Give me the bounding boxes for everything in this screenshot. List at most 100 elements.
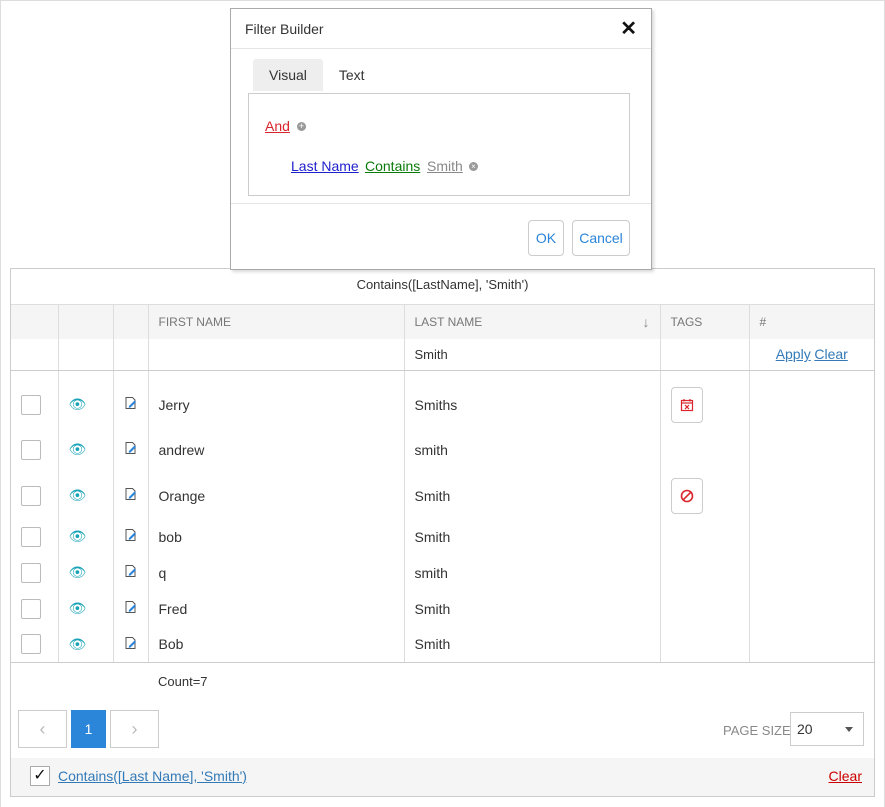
header-last-name[interactable]: LAST NAME ↓ <box>404 304 661 339</box>
row-checkbox[interactable] <box>21 526 41 547</box>
table-row[interactable]: 👁 Orange Smith <box>11 472 874 519</box>
filter-tags-input[interactable] <box>660 338 750 371</box>
edit-icon[interactable] <box>124 600 138 614</box>
cell-tags <box>660 626 750 663</box>
filter-actions: Apply Clear <box>749 338 874 371</box>
tag-button[interactable] <box>670 477 703 514</box>
cell-last-name: Smith <box>404 626 661 663</box>
table-row[interactable]: 👁 andrew smith <box>11 426 874 473</box>
plus-circle-icon[interactable]: + <box>297 122 306 131</box>
tag-button[interactable] <box>670 386 703 423</box>
edit-icon[interactable] <box>124 487 138 501</box>
eye-icon[interactable]: 👁 <box>69 636 87 652</box>
header-tags[interactable]: TAGS <box>660 304 750 339</box>
cell-tags <box>660 518 750 555</box>
table-row[interactable]: 👁 Fred Smith <box>11 590 874 627</box>
row-select <box>11 590 59 627</box>
tab-visual[interactable]: Visual <box>253 59 323 91</box>
row-view: 👁 <box>58 370 114 427</box>
filter-cell-empty <box>113 338 149 371</box>
row-edit <box>113 518 149 555</box>
row-checkbox[interactable] <box>21 485 41 506</box>
table-row[interactable]: 👁 Jerry Smiths <box>11 370 874 427</box>
clear-filter-link[interactable]: Clear <box>814 346 847 362</box>
table-row[interactable]: 👁 bob Smith <box>11 518 874 555</box>
cell-last-name: smith <box>404 554 661 591</box>
eye-icon[interactable]: 👁 <box>69 600 87 616</box>
cell-first-name: Bob <box>148 626 405 663</box>
group-operator-link[interactable]: And <box>265 118 290 134</box>
filter-cell-empty <box>58 338 114 371</box>
cell-first-name: Orange <box>148 472 405 519</box>
cell-first-name: q <box>148 554 405 591</box>
chevron-right-icon: › <box>131 718 138 739</box>
edit-icon[interactable] <box>124 396 138 410</box>
row-view: 👁 <box>58 554 114 591</box>
eye-icon[interactable]: 👁 <box>69 487 87 503</box>
close-icon[interactable]: ✕ <box>620 16 637 41</box>
page-size-label: PAGE SIZE <box>723 723 791 738</box>
tab-text[interactable]: Text <box>323 59 381 91</box>
row-view: 👁 <box>58 472 114 519</box>
cell-tags <box>660 590 750 627</box>
ok-button[interactable]: OK <box>528 220 564 256</box>
dialog-tabs: Visual Text <box>253 59 381 91</box>
edit-icon[interactable] <box>124 564 138 578</box>
cell-last-name: Smith <box>404 590 661 627</box>
row-checkbox[interactable] <box>21 394 41 415</box>
table-row[interactable]: 👁 q smith <box>11 554 874 591</box>
cell-actions <box>749 591 874 627</box>
filter-enabled-checkbox[interactable]: ✓ <box>30 766 50 786</box>
cell-actions <box>749 626 874 663</box>
prev-page-button[interactable]: ‹ <box>18 710 67 748</box>
row-checkbox[interactable] <box>21 562 41 583</box>
filter-row: Smith Apply Clear <box>11 338 874 371</box>
eye-icon[interactable]: 👁 <box>69 564 87 580</box>
row-view: 👁 <box>58 426 114 473</box>
header-edit <box>113 304 149 339</box>
row-edit <box>113 590 149 627</box>
grid-table: FIRST NAME LAST NAME ↓ TAGS # Smith Appl… <box>11 304 874 663</box>
next-page-button[interactable]: › <box>110 710 159 748</box>
row-checkbox[interactable] <box>21 634 41 655</box>
header-row: FIRST NAME LAST NAME ↓ TAGS # <box>11 304 874 339</box>
filter-last-name-input[interactable]: Smith <box>404 338 661 371</box>
row-count: Count=7 <box>158 674 208 689</box>
dialog-footer: OK Cancel <box>231 203 651 269</box>
edit-icon[interactable] <box>124 528 138 542</box>
pager: ‹ 1 › <box>18 710 163 748</box>
edit-icon[interactable] <box>124 441 138 455</box>
cell-tags <box>660 370 750 427</box>
footer-filter-link[interactable]: Contains([Last Name], 'Smith') <box>58 768 247 784</box>
condition-value-link[interactable]: Smith <box>427 158 463 174</box>
grid-body: 👁 Jerry Smiths 👁 andrew smith 👁 Orange Smith 👁 bob… <box>11 370 874 663</box>
row-checkbox[interactable] <box>21 598 41 619</box>
condition-field-link[interactable]: Last Name <box>291 158 359 174</box>
ban-icon <box>680 489 693 502</box>
filter-first-name-input[interactable] <box>148 338 405 371</box>
edit-icon[interactable] <box>124 636 138 650</box>
eye-icon[interactable]: 👁 <box>69 528 87 544</box>
row-edit <box>113 626 149 663</box>
row-select <box>11 370 59 427</box>
table-row[interactable]: 👁 Bob Smith <box>11 626 874 663</box>
filter-builder-body: And + Last Name Contains Smith × <box>248 93 630 196</box>
row-checkbox[interactable] <box>21 439 41 460</box>
eye-icon[interactable]: 👁 <box>69 441 87 457</box>
cancel-button[interactable]: Cancel <box>572 220 630 256</box>
cell-tags <box>660 426 750 473</box>
filter-footer-bar: ✓ Contains([Last Name], 'Smith') Clear <box>11 758 874 796</box>
cell-last-name: Smith <box>404 472 661 519</box>
row-select <box>11 518 59 555</box>
remove-circle-icon[interactable]: × <box>469 162 478 171</box>
cell-actions <box>749 519 874 555</box>
header-first-name[interactable]: FIRST NAME <box>148 304 405 339</box>
condition-operator-link[interactable]: Contains <box>365 158 420 174</box>
page-size-select[interactable]: 20 <box>790 712 864 746</box>
eye-icon[interactable]: 👁 <box>69 396 87 412</box>
cell-first-name: Fred <box>148 590 405 627</box>
page-button-current[interactable]: 1 <box>71 710 106 748</box>
footer-clear-link[interactable]: Clear <box>829 768 862 784</box>
apply-filter-link[interactable]: Apply <box>776 346 811 362</box>
cell-tags <box>660 554 750 591</box>
